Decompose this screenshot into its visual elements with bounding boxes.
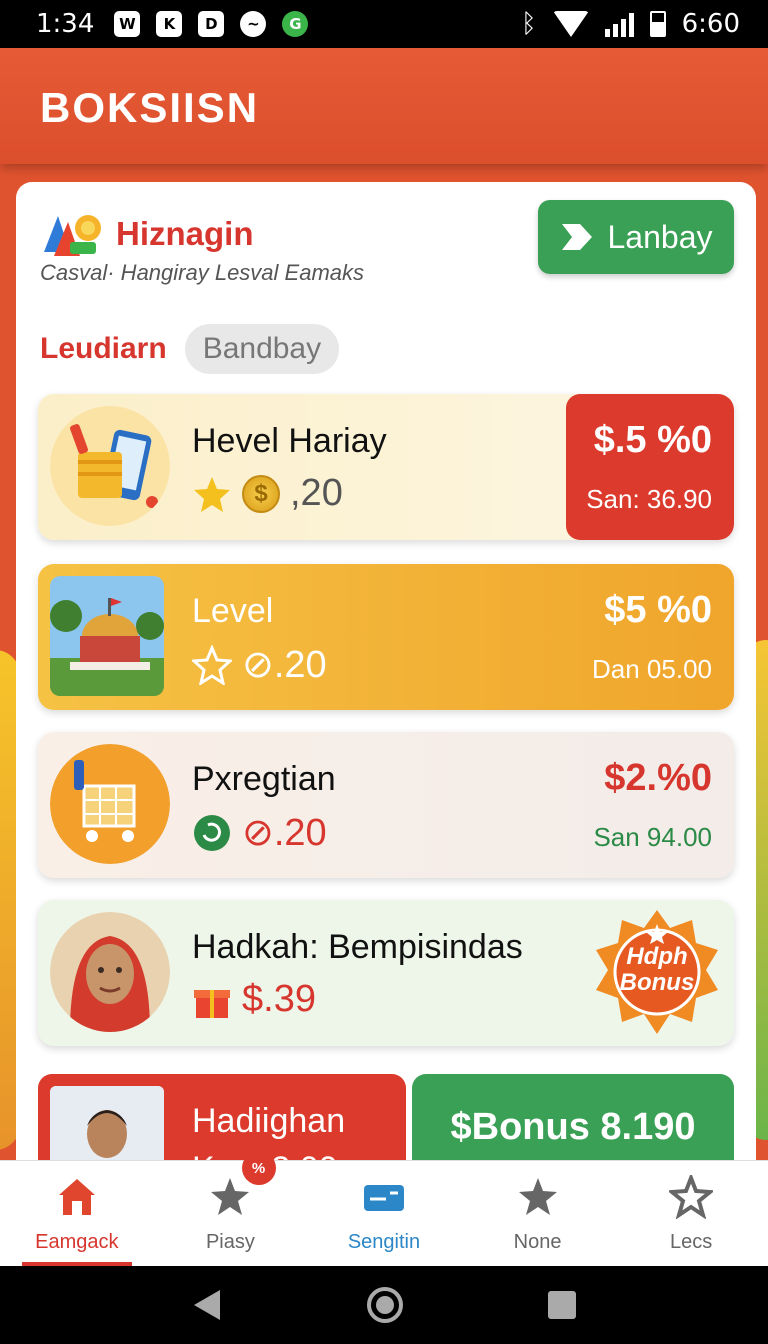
app-header: BOKSIISN — [0, 48, 768, 164]
notification-badge: % — [241, 1151, 276, 1185]
nav-item-home[interactable]: Eamgack — [0, 1161, 154, 1266]
app-title: BOKSIISN — [40, 84, 260, 131]
item-title: Pxregtian — [192, 760, 336, 798]
item-value: $.39 — [242, 978, 316, 1020]
bonus-badge[interactable]: Hdph Bonus — [592, 908, 722, 1038]
item-detail: Dan 05.00 — [592, 654, 712, 684]
item-title: Hadkah: Bempisindas — [192, 928, 523, 966]
app-wave-icon: ~ — [240, 11, 267, 37]
shopping-cart-icon — [50, 744, 170, 864]
tab-bandbay[interactable]: Bandbay — [184, 324, 340, 374]
gift-icon — [194, 989, 230, 1018]
status-bar: 1:34 W K D ~ G ᛒ 6:60 — [0, 0, 768, 48]
bonus-card-label: $Bonus 8.190 — [450, 1106, 696, 1148]
nav-item-lecs[interactable]: Lecs — [614, 1161, 768, 1266]
home-icon — [58, 1179, 95, 1215]
main-panel: Hiznagin Casval· Hangiray Lesval Eamaks … — [16, 182, 756, 1182]
status-clock: 6:60 — [681, 9, 740, 39]
tab-leudiarn[interactable]: Leudiarn — [40, 332, 167, 366]
back-icon[interactable] — [190, 1288, 224, 1322]
item-title: Level — [192, 592, 274, 630]
bottom-nav: Eamgack % Piasy Sengitin None Lecs — [0, 1151, 768, 1266]
home-button-icon[interactable] — [365, 1285, 405, 1325]
item-price: $2.%0 — [604, 757, 712, 799]
nav-label: Piasy — [205, 1231, 255, 1253]
nav-label: None — [513, 1231, 562, 1253]
item-detail: San: 36.90 — [586, 484, 712, 514]
promo-title: Hadiighan — [192, 1102, 346, 1140]
list-item[interactable]: Level ⊘.20 $5 %0 Dan 05.00 — [38, 564, 734, 710]
item-price: $.5 %0 — [593, 419, 712, 461]
item-meta: $.39 — [192, 978, 316, 1021]
lanbay-button-label: Lanbay — [607, 218, 713, 255]
temple-photo — [50, 576, 164, 696]
signal-icon — [604, 11, 634, 37]
item-price: $5 %0 — [604, 589, 712, 631]
star-outline-icon — [192, 644, 232, 685]
status-time: 1:34 — [36, 9, 95, 39]
nav-label: Sengitin — [347, 1231, 421, 1253]
arrow-right-icon — [561, 224, 592, 250]
bluetooth-icon: ᛒ — [521, 9, 537, 39]
list-item[interactable]: Hevel Hariay $ ,20 $.5 %0 San: 36.90 — [38, 394, 734, 540]
price-block: $5 %0 Dan 05.00 — [592, 564, 734, 710]
bonus-badge-label: Hdph Bonus — [619, 943, 695, 996]
ticket-icon — [363, 1185, 404, 1211]
nav-label: Lecs — [670, 1231, 713, 1253]
brand-tagline: Casval· Hangiray Lesval Eamaks — [40, 260, 365, 285]
item-value: ,20 — [290, 472, 343, 514]
item-meta: $ ,20 — [192, 472, 343, 515]
item-meta: ⊘.20 — [192, 810, 327, 855]
system-nav-bar — [0, 1266, 768, 1344]
battery-icon — [649, 11, 666, 37]
wifi-icon — [552, 11, 589, 37]
price-block: $2.%0 San 94.00 — [593, 732, 734, 878]
star-icon — [211, 1178, 250, 1215]
green-refresh-icon — [194, 814, 230, 851]
app-k-icon: K — [156, 11, 183, 37]
phone-shopping-icon — [50, 406, 170, 526]
nav-item-none[interactable]: None — [461, 1161, 615, 1266]
star-icon — [194, 476, 230, 512]
price-block: $.5 %0 San: 36.90 — [566, 394, 734, 540]
star-icon — [518, 1178, 557, 1215]
star-outline-icon — [669, 1175, 714, 1219]
item-detail: San 94.00 — [593, 822, 712, 852]
nav-item-play[interactable]: % Piasy — [154, 1151, 308, 1266]
item-value: ⊘.20 — [242, 812, 327, 854]
avatar — [50, 912, 170, 1032]
item-value: ⊘.20 — [242, 644, 327, 686]
nav-label: Eamgack — [35, 1231, 119, 1253]
system-icons: ᛒ 6:60 — [521, 9, 740, 39]
dollar-coin-icon: $ — [242, 474, 280, 513]
lanbay-button[interactable]: Lanbay — [538, 200, 734, 274]
item-title: Hevel Hariay — [192, 422, 387, 460]
nav-item-settings[interactable]: Sengitin — [307, 1161, 461, 1266]
list-item[interactable]: Pxregtian ⊘.20 $2.%0 San 94.00 — [38, 732, 734, 878]
tab-bar: Leudiarn Bandbay — [40, 324, 340, 374]
list-item[interactable]: Hadkah: Bempisindas $.39 Hdph Bonus — [38, 900, 734, 1046]
recents-icon[interactable] — [546, 1289, 578, 1321]
app-d-icon: D — [198, 11, 225, 37]
item-meta: ⊘.20 — [192, 642, 327, 687]
brand: Hiznagin — [40, 206, 254, 262]
app-w-icon: W — [114, 11, 141, 37]
green-app-icon: G — [282, 11, 309, 37]
notification-icons: W K D ~ G — [114, 11, 309, 37]
brand-name: Hiznagin — [116, 215, 254, 252]
brand-logo-icon — [44, 215, 101, 256]
